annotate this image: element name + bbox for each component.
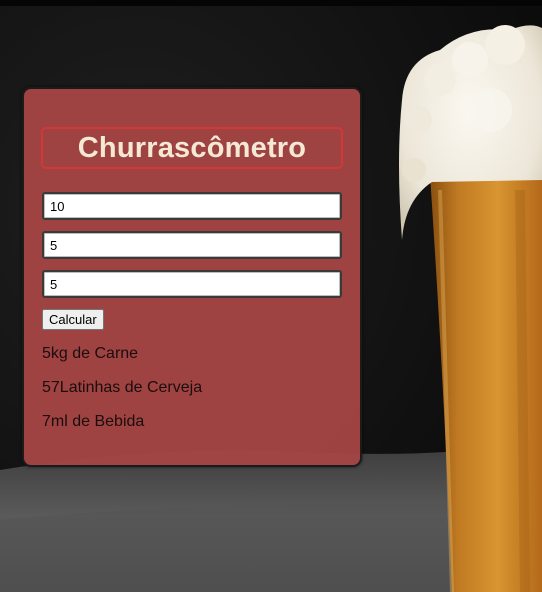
page-title: Churrascômetro [77,131,307,164]
title-box: Churrascômetro [41,127,343,169]
children-input[interactable] [42,231,342,259]
page: Churrascômetro Calcular 5kg de Carne 57L… [0,0,542,592]
duration-input[interactable] [42,270,342,298]
churrasco-calculator-panel: Churrascômetro Calcular 5kg de Carne 57L… [22,87,362,467]
result-drinks: 7ml de Bebida [42,413,145,430]
result-beer: 57Latinhas de Cerveja [42,379,203,396]
adults-input[interactable] [42,192,342,220]
top-strip [0,0,542,6]
calculate-button[interactable]: Calcular [42,309,104,330]
result-meat: 5kg de Carne [42,345,139,362]
